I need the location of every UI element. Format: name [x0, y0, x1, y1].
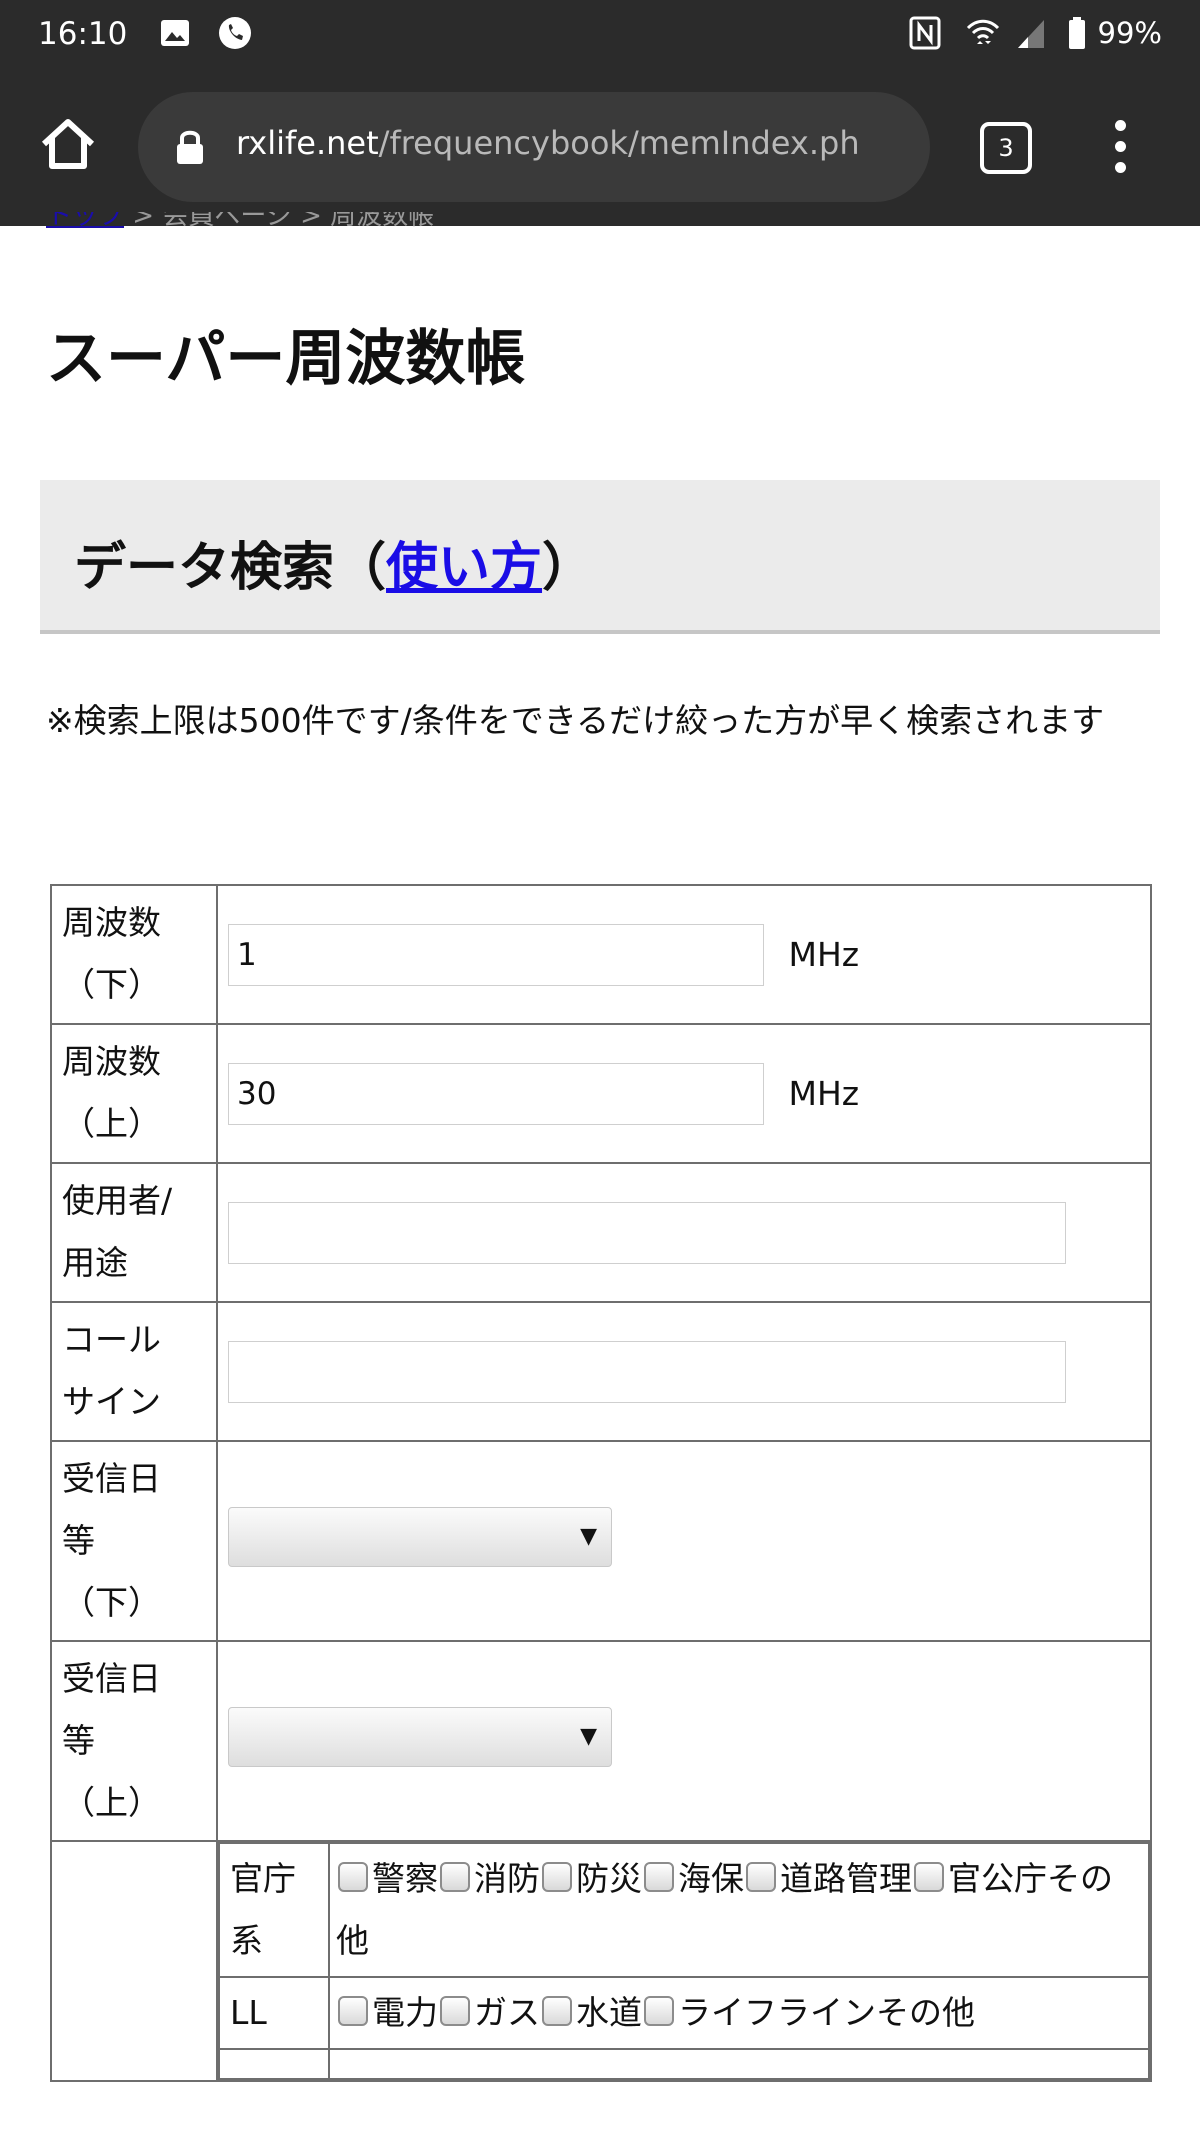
- url-text[interactable]: rxlife.net/frequencybook/memIndex.ph: [236, 124, 916, 162]
- freq-high-unit: MHz: [788, 1074, 860, 1113]
- search-section-header: データ検索（使い方）: [40, 480, 1160, 634]
- option-label: 海保: [678, 1859, 744, 1898]
- category-options-gov: 警察 消防 防災 海保 道路管理 官公庁その他: [328, 1842, 1150, 1978]
- freq-high-label: 周波数 （上）: [50, 1023, 218, 1164]
- form-row-category: 官庁系 警察 消防 防災 海保 道路管理 官公庁その他 LL 電力 ガス 水道 ライフラインその…: [50, 1840, 1152, 2082]
- section-title-suffix: ）: [542, 538, 595, 598]
- breadcrumb-home-link[interactable]: トップ: [46, 212, 124, 228]
- section-title: データ検索（使い方）: [74, 525, 594, 600]
- category-group-label: LL: [218, 1976, 330, 2050]
- date-high-select[interactable]: ▼: [228, 1707, 612, 1767]
- freq-high-input[interactable]: [228, 1062, 764, 1125]
- section-title-prefix: データ検索（: [74, 538, 387, 598]
- nfc-icon: [909, 16, 941, 50]
- page-title: スーパー周波数帳: [46, 324, 526, 394]
- form-row-freq-low: 周波数（下） MHz: [50, 884, 1152, 1025]
- user-input[interactable]: [228, 1201, 1066, 1264]
- checkbox-water[interactable]: [542, 1996, 572, 2026]
- checkbox-fire[interactable]: [440, 1862, 470, 1892]
- option-label: 電力: [372, 1993, 438, 2032]
- checkbox-gov-other[interactable]: [914, 1862, 944, 1892]
- option-label: 水道: [576, 1993, 642, 2032]
- breadcrumb-middle: 会員ページ: [162, 212, 292, 228]
- search-limit-note: ※検索上限は500件です/条件をできるだけ絞った方が早く検索されます: [46, 701, 1105, 740]
- breadcrumb: トップ > 会員ページ > 周波数帳: [46, 212, 434, 228]
- freq-low-unit: MHz: [788, 935, 860, 974]
- checkbox-lifeline-other[interactable]: [644, 1996, 674, 2026]
- dropdown-arrow-icon: ▼: [580, 1724, 597, 1749]
- battery-percent: 99%: [1097, 16, 1162, 50]
- option-label: ライフラインその他: [678, 1993, 975, 2032]
- phone-icon: [219, 17, 251, 49]
- option-label: 道路管理: [780, 1859, 912, 1898]
- usage-link[interactable]: 使い方: [386, 538, 542, 598]
- checkbox-disaster[interactable]: [542, 1862, 572, 1892]
- option-label: 防災: [576, 1859, 642, 1898]
- checkbox-coastguard[interactable]: [644, 1862, 674, 1892]
- category-group-gov: 官庁系 警察 消防 防災 海保 道路管理 官公庁その他: [218, 1842, 1150, 1978]
- checkbox-police[interactable]: [338, 1862, 368, 1892]
- date-low-select[interactable]: ▼: [228, 1507, 612, 1567]
- dropdown-arrow-icon: ▼: [580, 1524, 597, 1549]
- home-icon[interactable]: [36, 112, 100, 176]
- status-time: 16:10: [38, 16, 128, 52]
- category-group-label: 官庁系: [218, 1842, 330, 1978]
- date-high-label: 受信日等（上）: [50, 1640, 218, 1842]
- signal-icon: [1018, 20, 1044, 48]
- status-bar: 16:10 99%: [0, 0, 1200, 72]
- option-label: 警察: [372, 1859, 438, 1898]
- form-row-user: 使用者/用途: [50, 1162, 1152, 1303]
- option-label: ガス: [474, 1993, 540, 2032]
- category-options-lifeline: 電力 ガス 水道 ライフラインその他: [328, 1976, 1150, 2050]
- date-low-label: 受信日等（下）: [50, 1440, 218, 1642]
- user-label: 使用者/用途: [50, 1162, 218, 1303]
- checkbox-road[interactable]: [746, 1862, 776, 1892]
- form-row-callsign: コール サイン: [50, 1301, 1152, 1442]
- option-label: 消防: [474, 1859, 540, 1898]
- form-row-freq-high: 周波数（上） MHz: [50, 1023, 1152, 1164]
- search-form-table: 周波数（下） MHz 周波数（上） MHz 使用者/用途 コールサイン 受信日等…: [50, 884, 1152, 2082]
- tab-switcher-button[interactable]: 3: [980, 122, 1032, 174]
- form-row-date-low: 受信日等（下） ▼: [50, 1440, 1152, 1642]
- callsign-label: コール サイン: [50, 1301, 218, 1442]
- category-group-lifeline: LL 電力 ガス 水道 ライフラインその他: [218, 1976, 1150, 2050]
- lock-icon: [177, 130, 203, 164]
- freq-low-label: 周波数 （下）: [50, 884, 218, 1025]
- address-bar[interactable]: rxlife.net/frequencybook/memIndex.ph: [138, 92, 930, 202]
- image-icon: [161, 20, 189, 46]
- category-group-next: [218, 2048, 1150, 2080]
- overflow-menu-icon[interactable]: [1104, 120, 1136, 178]
- form-row-date-high: 受信日等（上） ▼: [50, 1640, 1152, 1842]
- checkbox-gas[interactable]: [440, 1996, 470, 2026]
- wifi-icon: [966, 19, 1000, 44]
- browser-toolbar: rxlife.net/frequencybook/memIndex.ph 3: [0, 72, 1200, 226]
- callsign-input[interactable]: [228, 1340, 1066, 1403]
- freq-low-input[interactable]: [228, 923, 764, 986]
- category-table: 官庁系 警察 消防 防災 海保 道路管理 官公庁その他 LL 電力 ガス 水道 ライフラインその…: [218, 1842, 1150, 2080]
- category-label: [50, 1840, 218, 2082]
- checkbox-power[interactable]: [338, 1996, 368, 2026]
- url-host: rxlife.net: [236, 124, 379, 162]
- url-path: /frequencybook/memIndex.ph: [378, 124, 860, 162]
- battery-icon: [1069, 17, 1085, 49]
- breadcrumb-current: 周波数帳: [330, 212, 435, 228]
